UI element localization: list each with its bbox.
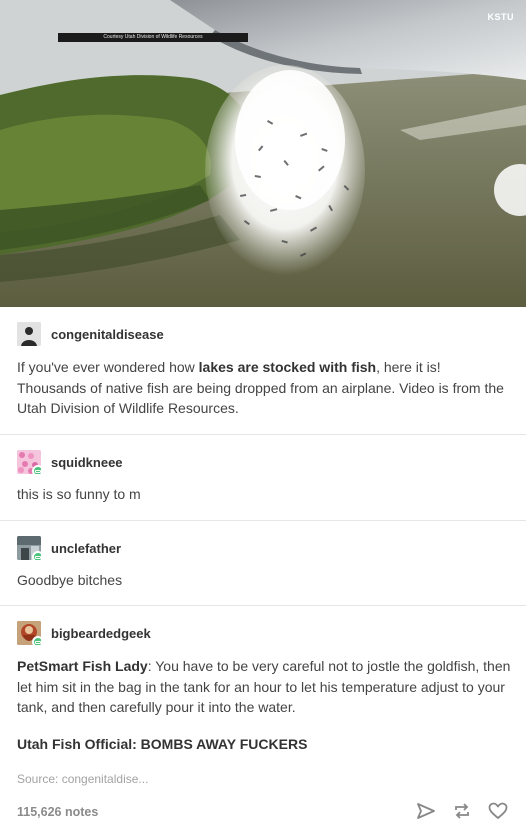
avatar[interactable] — [17, 322, 41, 346]
divider — [0, 520, 526, 521]
follow-badge-icon[interactable] — [32, 465, 41, 474]
avatar[interactable] — [17, 621, 41, 645]
notes-count[interactable]: 115,626 notes — [17, 805, 98, 819]
share-icon[interactable] — [416, 801, 436, 821]
dialogue-line: : BOMBS AWAY FUCKERS — [132, 736, 308, 752]
photo-credit-banner: Courtesy Utah Division of Wildlife Resou… — [58, 33, 248, 42]
follow-badge-icon[interactable] — [32, 551, 41, 560]
reblog-body: this is so funny to m — [17, 486, 141, 502]
avatar[interactable] — [17, 536, 41, 560]
op-text-start: If you've ever wondered how — [17, 359, 199, 375]
op-text-bold: lakes are stocked with fish — [198, 359, 377, 375]
fish-drop-illustration — [0, 0, 526, 307]
op-header: congenitaldisease — [17, 322, 164, 346]
reblog-username[interactable]: unclefather — [51, 541, 121, 556]
station-watermark: KSTU — [487, 12, 514, 22]
post-actions — [416, 801, 508, 821]
heart-icon[interactable] — [488, 801, 508, 821]
reblog-icon[interactable] — [452, 801, 472, 821]
source-link[interactable]: Source: congenitaldise... — [17, 772, 148, 786]
reblog-body: PetSmart Fish Lady: You have to be very … — [17, 656, 513, 718]
reblog-header: unclefather — [17, 536, 121, 560]
speaker-name: Utah Fish Official — [17, 736, 133, 752]
reblog-username[interactable]: squidkneee — [51, 455, 123, 470]
follow-badge-icon[interactable] — [32, 636, 41, 645]
tumblr-post: Courtesy Utah Division of Wildlife Resou… — [0, 0, 526, 830]
reblog-header: squidkneee — [17, 450, 123, 474]
reblog-body: Goodbye bitches — [17, 572, 123, 588]
op-body: If you've ever wondered how lakes are st… — [17, 357, 513, 419]
divider — [0, 434, 526, 435]
reblog-username[interactable]: bigbeardedgeek — [51, 626, 151, 641]
reblog-body: Utah Fish Official: BOMBS AWAY FUCKERS — [17, 734, 513, 755]
op-username[interactable]: congenitaldisease — [51, 327, 164, 342]
speaker-name: PetSmart Fish Lady — [17, 658, 148, 674]
divider — [0, 605, 526, 606]
post-photo[interactable]: Courtesy Utah Division of Wildlife Resou… — [0, 0, 526, 307]
reblog-header: bigbeardedgeek — [17, 621, 151, 645]
avatar-image — [17, 322, 41, 346]
avatar[interactable] — [17, 450, 41, 474]
